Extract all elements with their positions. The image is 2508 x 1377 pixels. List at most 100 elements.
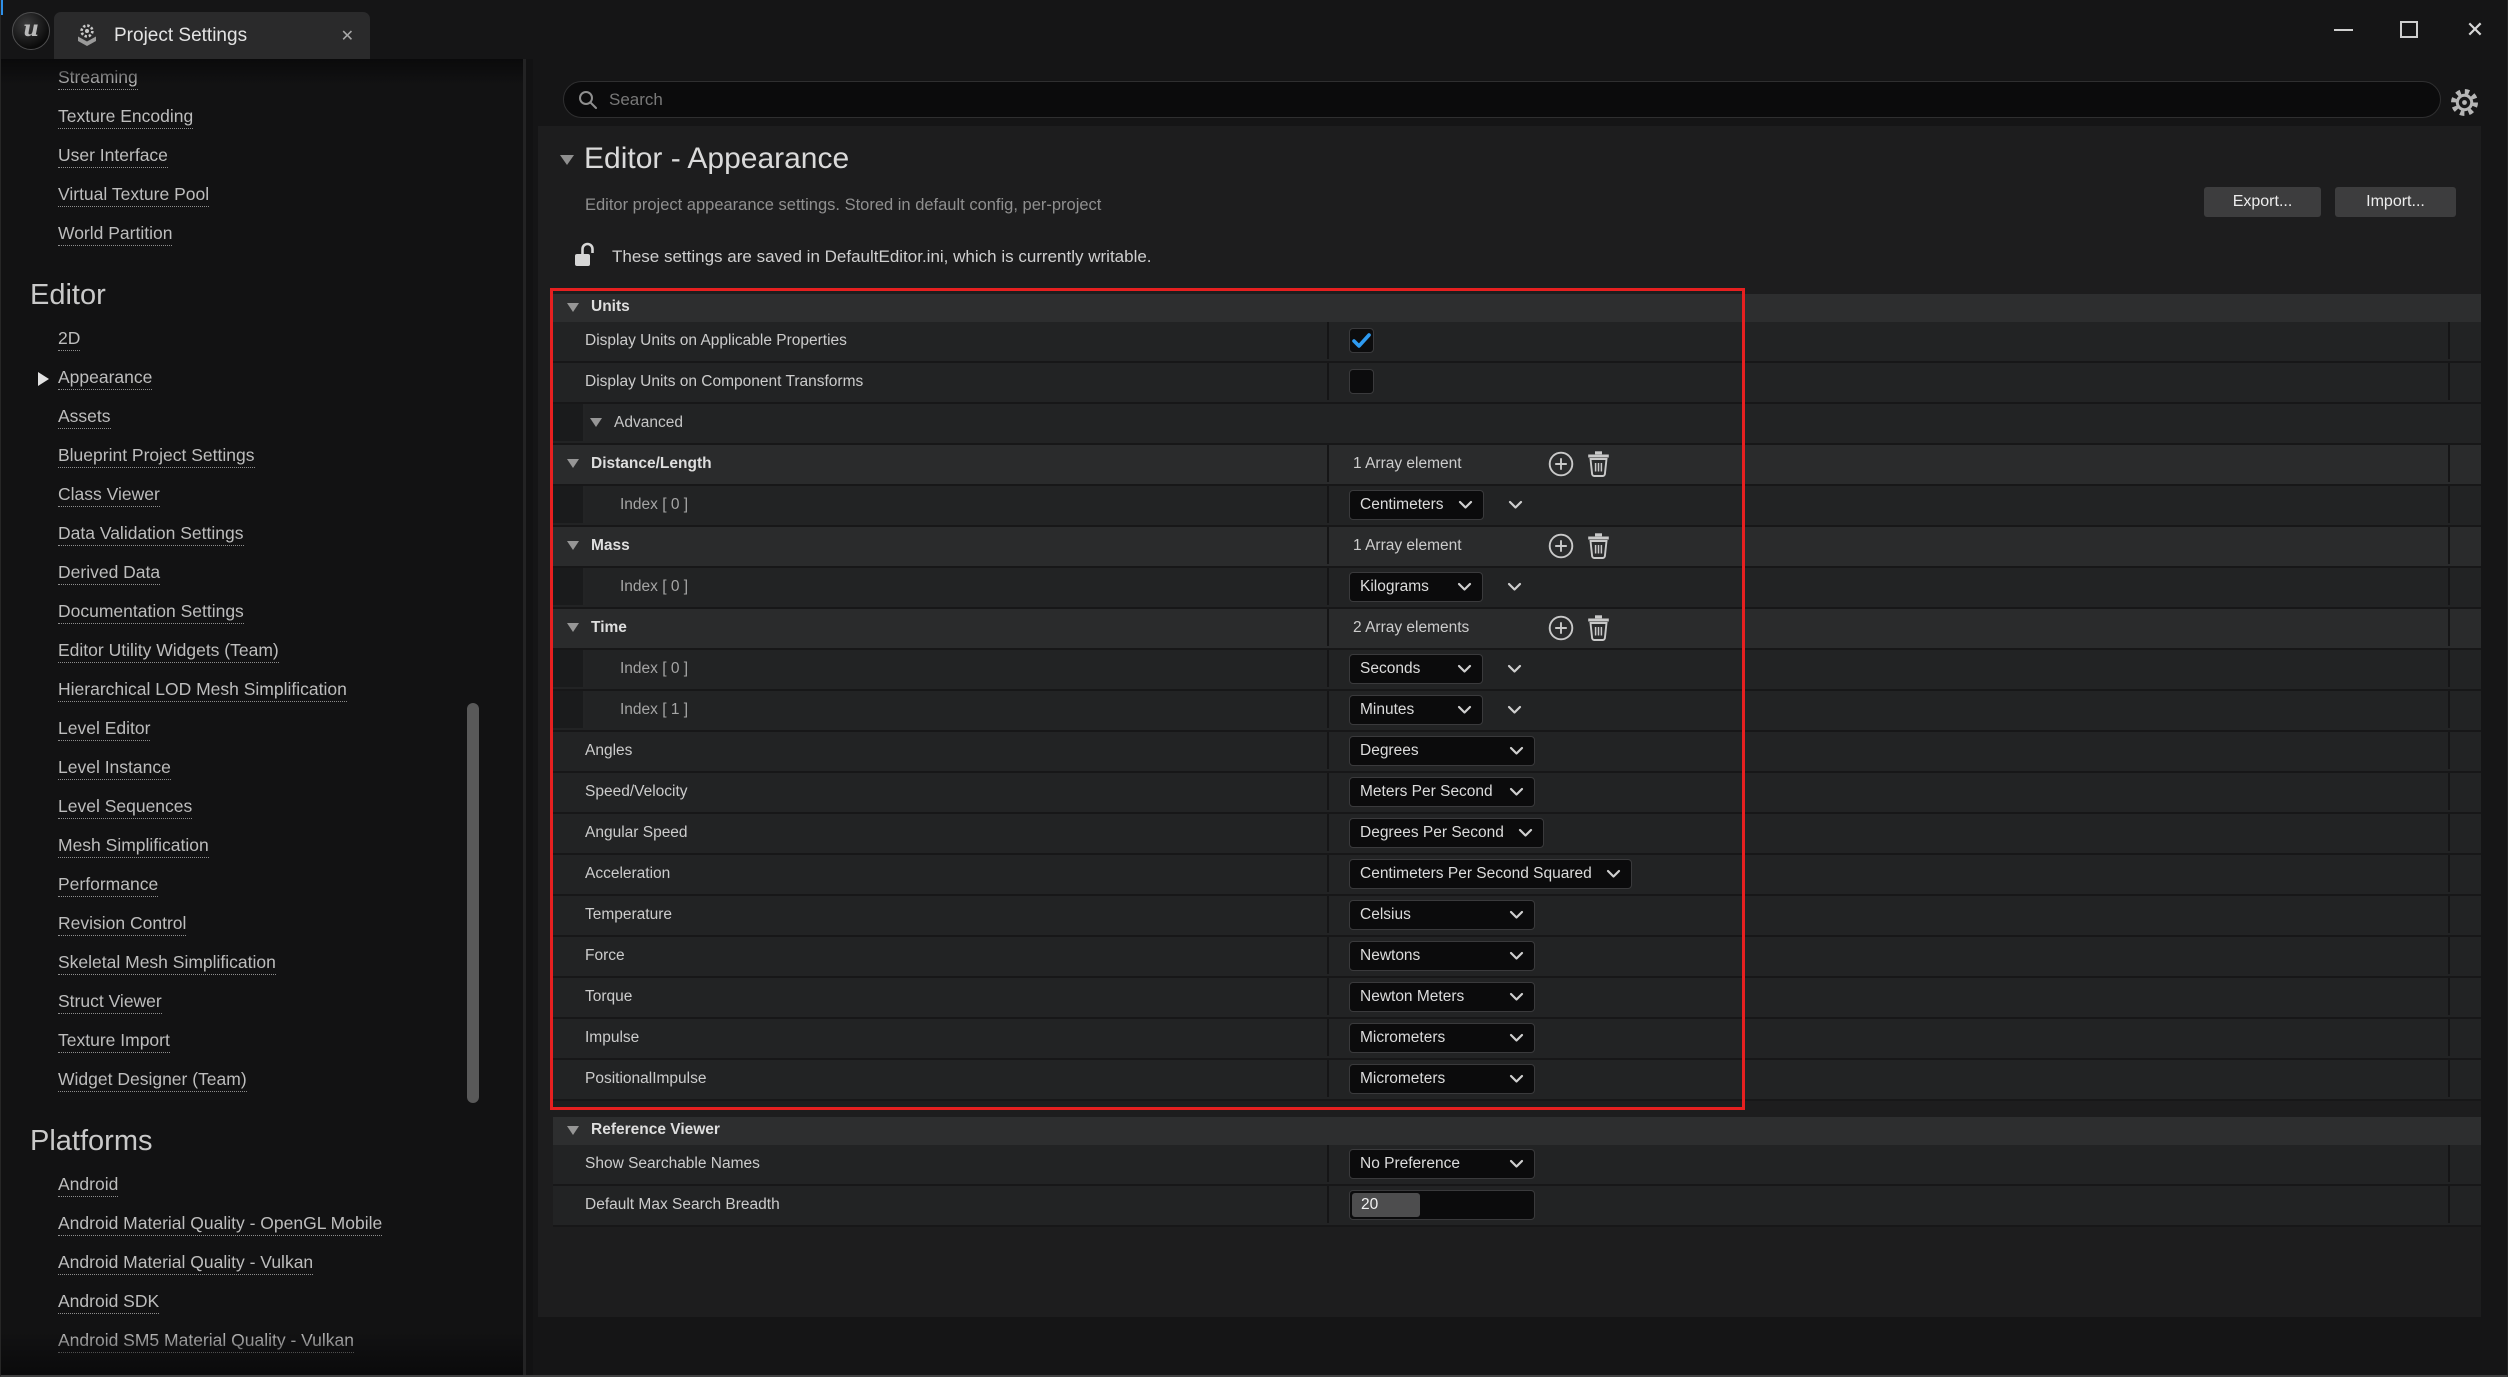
- dropdown-kilograms[interactable]: Kilograms: [1349, 572, 1483, 602]
- sidebar-item-appearance[interactable]: Appearance: [0, 359, 533, 398]
- import-button[interactable]: Import...: [2335, 187, 2456, 217]
- sidebar-item-assets[interactable]: Assets: [0, 398, 533, 437]
- column-splitter[interactable]: [2448, 568, 2450, 605]
- sidebar-item-level-editor[interactable]: Level Editor: [0, 710, 533, 749]
- sidebar-item-editor-utility-widgets-team[interactable]: Editor Utility Widgets (Team): [0, 632, 533, 671]
- column-splitter[interactable]: [2448, 1145, 2450, 1182]
- column-splitter[interactable]: [2448, 732, 2450, 769]
- collapse-triangle-icon[interactable]: [590, 418, 602, 427]
- column-splitter[interactable]: [2448, 1060, 2450, 1097]
- search-bar[interactable]: [563, 81, 2441, 118]
- dropdown-degrees-per-second[interactable]: Degrees Per Second: [1349, 818, 1544, 848]
- element-options-chevron-icon[interactable]: [1508, 500, 1523, 510]
- numeric-input-default-max-search-breadth[interactable]: 20: [1349, 1190, 1535, 1220]
- section-collapse-icon[interactable]: [560, 155, 574, 165]
- maximize-button[interactable]: [2376, 0, 2442, 59]
- column-splitter[interactable]: [2448, 937, 2450, 974]
- sidebar-splitter[interactable]: [523, 59, 526, 1375]
- collapse-triangle-icon[interactable]: [567, 623, 579, 632]
- row-units[interactable]: Units: [553, 294, 2481, 322]
- element-options-chevron-icon[interactable]: [1507, 705, 1522, 715]
- column-splitter[interactable]: [2448, 896, 2450, 933]
- sidebar-item-android-material-quality-vulkan[interactable]: Android Material Quality - Vulkan: [0, 1244, 533, 1283]
- sidebar-item-hierarchical-lod-mesh-simplification[interactable]: Hierarchical LOD Mesh Simplification: [0, 671, 533, 710]
- dropdown-seconds[interactable]: Seconds: [1349, 654, 1483, 684]
- sidebar-item-skeletal-mesh-simplification[interactable]: Skeletal Mesh Simplification: [0, 944, 533, 983]
- sidebar-item-mesh-simplification[interactable]: Mesh Simplification: [0, 827, 533, 866]
- sidebar-item-android-sm5-material-quality-vulkan[interactable]: Android SM5 Material Quality - Vulkan: [0, 1322, 533, 1361]
- dropdown-centimeters[interactable]: Centimeters: [1349, 490, 1484, 520]
- dropdown-meters-per-second[interactable]: Meters Per Second: [1349, 777, 1535, 807]
- dropdown-centimeters-per-second-squared[interactable]: Centimeters Per Second Squared: [1349, 859, 1632, 889]
- tab-close-icon[interactable]: ✕: [341, 26, 354, 46]
- column-splitter[interactable]: [2448, 486, 2450, 523]
- sidebar-item-user-interface[interactable]: User Interface: [0, 137, 533, 176]
- dropdown-celsius[interactable]: Celsius: [1349, 900, 1535, 930]
- dropdown-no-preference[interactable]: No Preference: [1349, 1149, 1535, 1179]
- row-advanced[interactable]: Advanced: [553, 404, 2481, 445]
- delete-array-icon[interactable]: [1587, 450, 1610, 477]
- export-button[interactable]: Export...: [2204, 187, 2321, 217]
- collapse-triangle-icon[interactable]: [567, 303, 579, 312]
- dropdown-minutes[interactable]: Minutes: [1349, 695, 1483, 725]
- sidebar-item-widget-designer-team[interactable]: Widget Designer (Team): [0, 1061, 533, 1100]
- column-splitter[interactable]: [2448, 1019, 2450, 1056]
- sidebar-item-android-sdk[interactable]: Android SDK: [0, 1283, 533, 1322]
- column-splitter[interactable]: [2448, 814, 2450, 851]
- sidebar-item-android[interactable]: Android: [0, 1166, 533, 1205]
- close-button[interactable]: ✕: [2442, 0, 2508, 59]
- sidebar-item-level-sequences[interactable]: Level Sequences: [0, 788, 533, 827]
- row-mass[interactable]: Mass1 Array element: [553, 527, 2481, 568]
- sidebar-item-revision-control[interactable]: Revision Control: [0, 905, 533, 944]
- column-splitter[interactable]: [2448, 363, 2450, 400]
- dropdown-degrees[interactable]: Degrees: [1349, 736, 1535, 766]
- element-options-chevron-icon[interactable]: [1507, 664, 1522, 674]
- collapse-triangle-icon[interactable]: [567, 459, 579, 468]
- sidebar-item-derived-data[interactable]: Derived Data: [0, 554, 533, 593]
- sidebar-item-level-instance[interactable]: Level Instance: [0, 749, 533, 788]
- collapse-triangle-icon[interactable]: [567, 1126, 579, 1135]
- element-options-chevron-icon[interactable]: [1507, 582, 1522, 592]
- row-distance-length[interactable]: Distance/Length1 Array element: [553, 445, 2481, 486]
- sidebar-item-struct-viewer[interactable]: Struct Viewer: [0, 983, 533, 1022]
- checkbox-display-units-on-component-transforms[interactable]: [1349, 369, 1374, 394]
- dropdown-newtons[interactable]: Newtons: [1349, 941, 1535, 971]
- dropdown-micrometers[interactable]: Micrometers: [1349, 1023, 1535, 1053]
- sidebar-item-texture-encoding[interactable]: Texture Encoding: [0, 98, 533, 137]
- column-splitter[interactable]: [2448, 691, 2450, 728]
- column-splitter[interactable]: [2448, 650, 2450, 687]
- sidebar-item-virtual-texture-pool[interactable]: Virtual Texture Pool: [0, 176, 533, 215]
- search-input[interactable]: [607, 89, 2299, 111]
- delete-array-icon[interactable]: [1587, 614, 1610, 641]
- delete-array-icon[interactable]: [1587, 532, 1610, 559]
- collapse-triangle-icon[interactable]: [567, 541, 579, 550]
- sidebar-item-class-viewer[interactable]: Class Viewer: [0, 476, 533, 515]
- add-array-element-icon[interactable]: [1547, 532, 1575, 560]
- sidebar-scrollbar-thumb[interactable]: [467, 703, 479, 1103]
- add-array-element-icon[interactable]: [1547, 450, 1575, 478]
- checkbox-display-units-on-applicable-properties[interactable]: [1349, 328, 1374, 353]
- add-array-element-icon[interactable]: [1547, 614, 1575, 642]
- row-time[interactable]: Time2 Array elements: [553, 609, 2481, 650]
- expander-arrow-icon[interactable]: [38, 372, 49, 386]
- column-splitter[interactable]: [2448, 1186, 2450, 1223]
- tab-project-settings[interactable]: Project Settings ✕: [54, 12, 370, 59]
- sidebar-item-world-partition[interactable]: World Partition: [0, 215, 533, 254]
- sidebar-item-streaming[interactable]: Streaming: [0, 59, 533, 98]
- view-options-gear-icon[interactable]: [2449, 87, 2480, 118]
- dropdown-micrometers[interactable]: Micrometers: [1349, 1064, 1535, 1094]
- column-splitter[interactable]: [2448, 978, 2450, 1015]
- sidebar-item-documentation-settings[interactable]: Documentation Settings: [0, 593, 533, 632]
- sidebar-item-blueprint-project-settings[interactable]: Blueprint Project Settings: [0, 437, 533, 476]
- column-splitter[interactable]: [2448, 445, 2450, 482]
- row-reference-viewer[interactable]: Reference Viewer: [553, 1117, 2481, 1145]
- sidebar-item-texture-import[interactable]: Texture Import: [0, 1022, 533, 1061]
- minimize-button[interactable]: [2310, 0, 2376, 59]
- column-splitter[interactable]: [2448, 773, 2450, 810]
- column-splitter[interactable]: [2448, 527, 2450, 564]
- dropdown-newton-meters[interactable]: Newton Meters: [1349, 982, 1535, 1012]
- sidebar-item-performance[interactable]: Performance: [0, 866, 533, 905]
- sidebar-item-data-validation-settings[interactable]: Data Validation Settings: [0, 515, 533, 554]
- column-splitter[interactable]: [2448, 322, 2450, 359]
- sidebar-item-android-material-quality-opengl-mobile[interactable]: Android Material Quality - OpenGL Mobile: [0, 1205, 533, 1244]
